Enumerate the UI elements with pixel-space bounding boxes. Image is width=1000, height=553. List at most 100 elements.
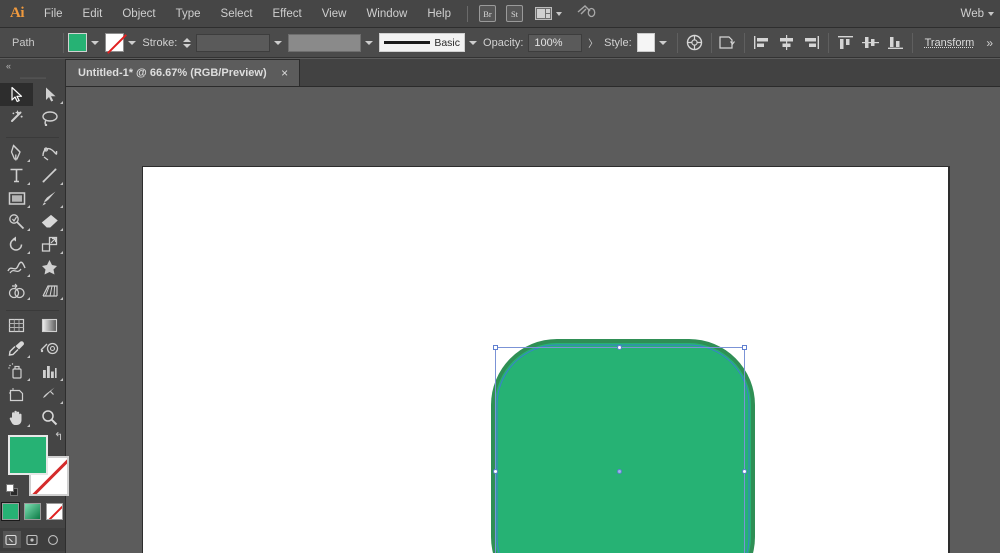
stock-icon[interactable]: St bbox=[506, 5, 523, 22]
tool-free-transform[interactable] bbox=[33, 256, 66, 279]
tool-rotate[interactable] bbox=[0, 233, 33, 256]
tool-symbol-sprayer[interactable] bbox=[0, 360, 33, 383]
stroke-weight-input[interactable] bbox=[195, 33, 271, 52]
tool-group-indicator-icon bbox=[27, 251, 30, 254]
align-vertical-center-icon[interactable] bbox=[860, 32, 881, 54]
close-icon[interactable]: × bbox=[279, 67, 291, 79]
chevron-down-icon[interactable] bbox=[658, 40, 667, 45]
menu-window[interactable]: Window bbox=[356, 0, 417, 28]
collapse-panel-button[interactable]: « bbox=[0, 59, 65, 73]
tool-column-graph[interactable] bbox=[33, 360, 66, 383]
document-tab[interactable]: Untitled-1* @ 66.67% (RGB/Preview) × bbox=[66, 59, 300, 86]
opacity-options-icon[interactable]: 〉 bbox=[588, 35, 598, 50]
app-logo-icon: Ai bbox=[10, 5, 25, 21]
toolbar-fill-swatch[interactable] bbox=[8, 435, 48, 475]
style-label: Style: bbox=[604, 36, 632, 49]
handle-middle-left[interactable] bbox=[493, 469, 498, 474]
transform-button[interactable]: Transform bbox=[917, 37, 983, 49]
menu-type[interactable]: Type bbox=[166, 0, 211, 28]
align-right-icon[interactable] bbox=[801, 32, 822, 54]
align-horizontal-center-icon[interactable] bbox=[776, 32, 797, 54]
tool-eraser[interactable] bbox=[33, 210, 66, 233]
tool-lasso[interactable] bbox=[33, 106, 66, 129]
default-fill-stroke-icon[interactable] bbox=[6, 484, 19, 497]
tool-type[interactable] bbox=[0, 164, 33, 187]
stroke-control[interactable] bbox=[105, 33, 142, 54]
artboard[interactable] bbox=[143, 167, 948, 553]
menu-edit[interactable]: Edit bbox=[73, 0, 113, 28]
tool-magic-wand[interactable] bbox=[0, 106, 33, 129]
screen-mode-full[interactable] bbox=[45, 531, 63, 548]
tool-gradient[interactable] bbox=[33, 314, 66, 337]
stroke-weight-stepper[interactable] bbox=[182, 34, 192, 51]
tools-panel: « ↰ bbox=[0, 59, 69, 553]
tool-mesh[interactable] bbox=[0, 314, 33, 337]
gradient-swatch[interactable] bbox=[24, 503, 41, 520]
menu-object[interactable]: Object bbox=[112, 0, 165, 28]
stroke-weight-label: Stroke: bbox=[142, 36, 178, 49]
tool-shape-builder[interactable] bbox=[0, 279, 33, 302]
none-swatch[interactable] bbox=[46, 503, 63, 520]
tool-shaper[interactable] bbox=[0, 210, 33, 233]
opacity-input[interactable]: 100% bbox=[528, 33, 583, 52]
screen-mode-full-menu[interactable] bbox=[24, 531, 42, 548]
tool-curvature[interactable] bbox=[33, 141, 66, 164]
brush-stroke-preview-icon bbox=[384, 41, 431, 44]
fill-swatch[interactable] bbox=[68, 33, 88, 52]
tool-group-paint bbox=[0, 314, 65, 429]
fill-control[interactable] bbox=[68, 33, 105, 52]
variable-width-profile-input[interactable] bbox=[288, 33, 362, 52]
canvas-area[interactable] bbox=[66, 87, 1000, 553]
chevron-down-icon[interactable] bbox=[365, 40, 374, 45]
tool-group-indicator-icon bbox=[60, 205, 63, 208]
brush-definition-dropdown[interactable]: Basic bbox=[379, 33, 466, 52]
tool-rectangle[interactable] bbox=[0, 187, 33, 210]
chevron-down-icon[interactable] bbox=[91, 40, 100, 45]
handle-top-left[interactable] bbox=[493, 345, 498, 350]
screen-mode-normal[interactable] bbox=[2, 531, 21, 548]
align-bottom-icon[interactable] bbox=[885, 32, 906, 54]
recolor-artwork-icon[interactable] bbox=[684, 32, 705, 54]
color-swatch-solid[interactable] bbox=[1, 502, 20, 521]
tool-artboard[interactable] bbox=[0, 383, 33, 406]
tool-pen[interactable] bbox=[0, 141, 33, 164]
tool-scale[interactable] bbox=[33, 233, 66, 256]
graphic-style-swatch[interactable] bbox=[636, 33, 655, 52]
chevron-down-icon[interactable] bbox=[128, 40, 137, 45]
arrange-documents-button[interactable] bbox=[532, 7, 565, 20]
tool-blend[interactable] bbox=[33, 337, 66, 360]
stroke-swatch[interactable] bbox=[105, 33, 128, 54]
menu-file[interactable]: File bbox=[34, 0, 73, 28]
brush-name-label: Basic bbox=[434, 36, 461, 49]
tool-slice[interactable] bbox=[33, 383, 66, 406]
workspace-switcher[interactable]: Web bbox=[961, 8, 1000, 20]
handle-middle-right[interactable] bbox=[742, 469, 747, 474]
align-top-icon[interactable] bbox=[835, 32, 856, 54]
adobe-stock-icon[interactable] bbox=[577, 3, 597, 24]
menu-select[interactable]: Select bbox=[211, 0, 263, 28]
menu-help[interactable]: Help bbox=[417, 0, 461, 28]
artboard-options-icon[interactable] bbox=[718, 32, 739, 54]
bridge-icon[interactable]: Br bbox=[479, 5, 496, 22]
tool-direct-selection[interactable] bbox=[33, 83, 66, 106]
tool-width[interactable] bbox=[0, 256, 33, 279]
tool-perspective-grid[interactable] bbox=[33, 279, 66, 302]
object-type-label: Path bbox=[12, 36, 35, 49]
tool-group-indicator-icon bbox=[60, 378, 63, 381]
tool-paintbrush[interactable] bbox=[33, 187, 66, 210]
handle-top-right[interactable] bbox=[742, 345, 747, 350]
chevron-down-icon[interactable] bbox=[469, 40, 478, 45]
align-left-icon[interactable] bbox=[751, 32, 772, 54]
tool-eyedropper[interactable] bbox=[0, 337, 33, 360]
handle-top-center[interactable] bbox=[617, 345, 622, 350]
panel-drag-handle[interactable] bbox=[0, 73, 65, 83]
tool-line-segment[interactable] bbox=[33, 164, 66, 187]
selection-bounding-box[interactable] bbox=[493, 345, 747, 553]
chevron-down-icon[interactable] bbox=[274, 40, 283, 45]
menu-effect[interactable]: Effect bbox=[263, 0, 312, 28]
tool-hand[interactable] bbox=[0, 406, 33, 429]
tool-selection[interactable] bbox=[0, 83, 33, 106]
menu-view[interactable]: View bbox=[312, 0, 357, 28]
control-bar-overflow[interactable]: » bbox=[982, 36, 1000, 50]
tool-zoom[interactable] bbox=[33, 406, 66, 429]
